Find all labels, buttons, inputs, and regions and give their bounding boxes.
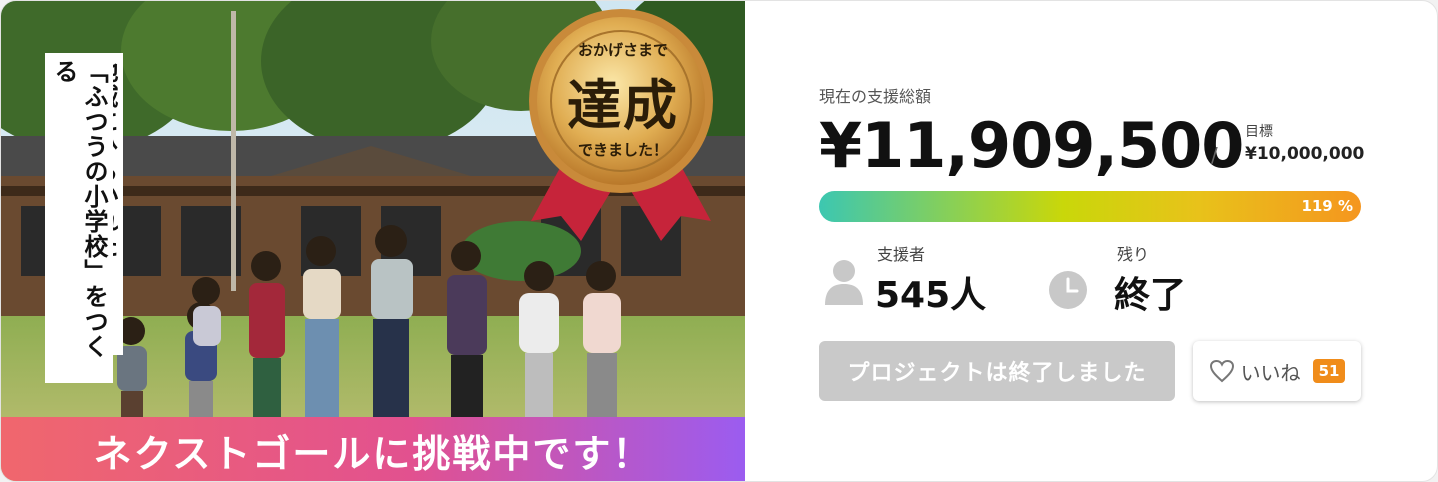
remaining-value: 終了 xyxy=(1114,275,1187,316)
like-count-badge: 51 xyxy=(1312,359,1346,383)
heart-icon xyxy=(1209,359,1234,383)
total-label: 現在の支援総額 xyxy=(819,87,932,106)
medal-main-text: 達成 xyxy=(567,74,679,137)
medal-bottom-text: できました！ xyxy=(577,141,668,159)
medal-top-text: おかげさまで xyxy=(577,41,668,59)
project-hero-image[interactable]: 地域にひらかれた 「ふつうの小学校」をつくる おかげさまで 達成 できました！ … xyxy=(1,1,745,481)
project-ended-button[interactable]: プロジェクトは終了しました xyxy=(819,341,1175,401)
goal-amount: ¥10,000,000 xyxy=(1245,144,1365,164)
progress-bar: 119 % xyxy=(819,191,1361,222)
like-button[interactable]: いいね 51 xyxy=(1193,341,1361,401)
amount-separator: / xyxy=(1211,143,1218,167)
vertical-caption-2: 「ふつうの小学校」をつくる xyxy=(45,53,113,383)
total-amount: ¥11,909,500 xyxy=(819,109,1244,182)
supporters-label: 支援者 xyxy=(877,245,926,264)
next-goal-banner: ネクストゴールに挑戦中です！ xyxy=(1,417,745,481)
project-card: 地域にひらかれた 「ふつうの小学校」をつくる おかげさまで 達成 できました！ … xyxy=(0,0,1438,482)
remaining-label: 残り xyxy=(1117,245,1150,264)
goal-label: 目標 xyxy=(1245,124,1273,140)
supporters-value: 545人 xyxy=(875,275,987,316)
user-icon xyxy=(825,260,863,305)
clock-icon xyxy=(1049,271,1087,309)
progress-percent: 119 % xyxy=(1301,197,1353,215)
like-label: いいね xyxy=(1240,360,1301,385)
